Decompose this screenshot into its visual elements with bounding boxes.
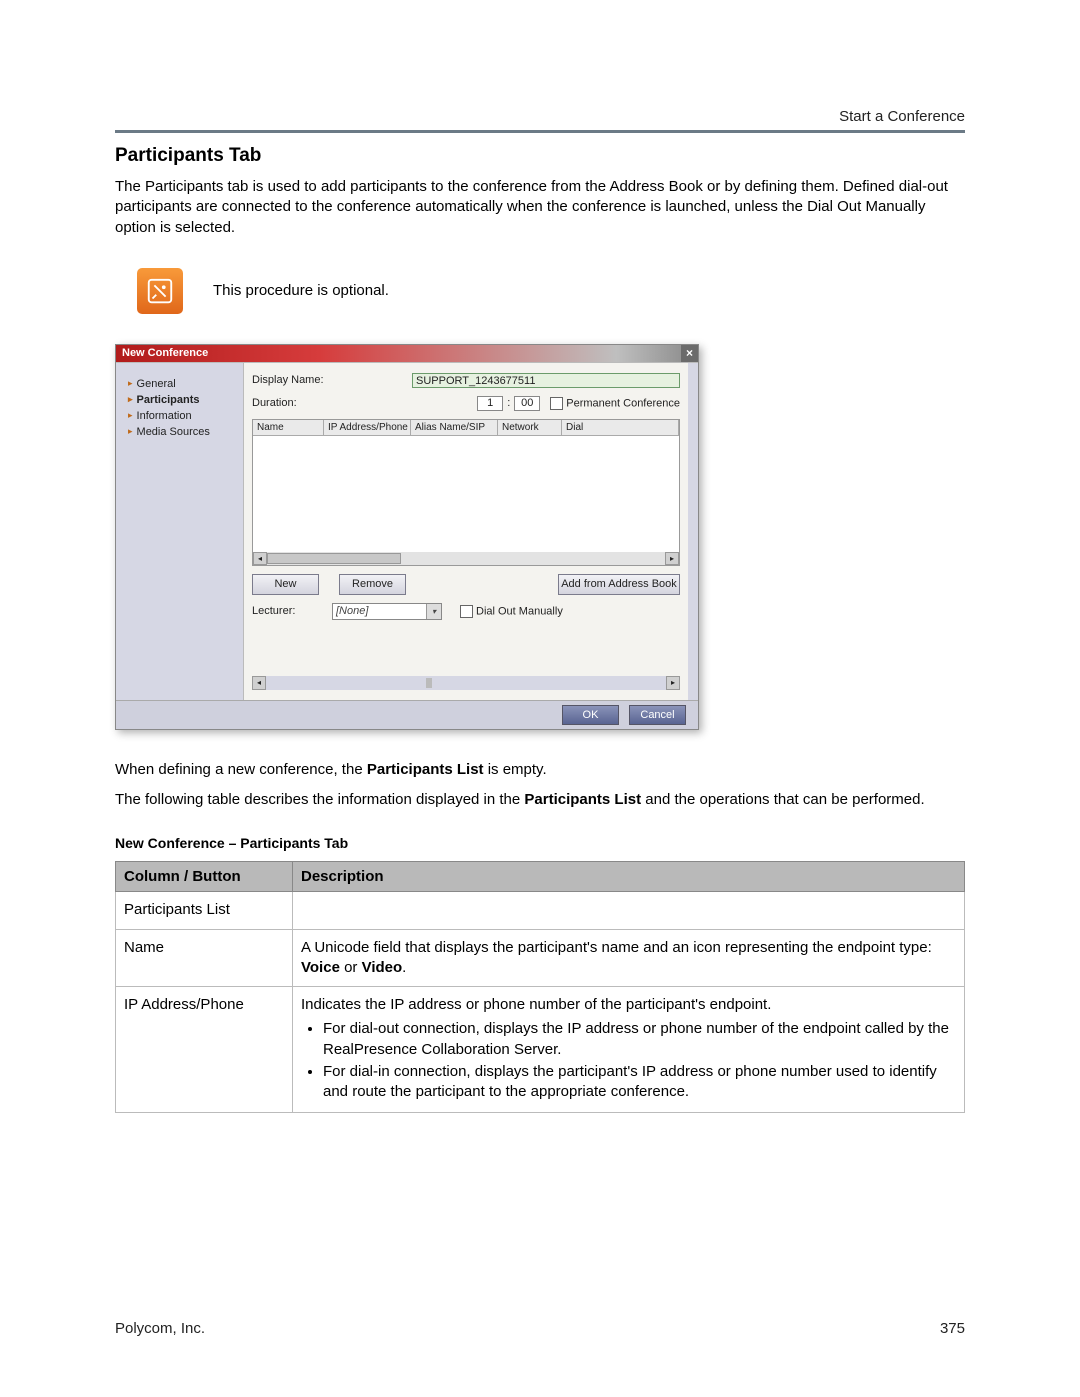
dialog-footer: OK Cancel [116,700,698,729]
new-conference-dialog: New Conference × ▸ General ▸ Participants … [115,344,699,730]
lecturer-select[interactable]: [None] ▾ [332,603,442,620]
sidebar-item-label: General [137,378,176,390]
grid-header: Name IP Address/Phone Alias Name/SIP Net… [253,420,679,436]
scroll-track[interactable] [266,677,666,689]
table-cell: A Unicode field that displays the partic… [293,929,965,987]
checkbox-icon [460,605,473,618]
table-cell: Participants List [116,892,293,929]
table-header-description: Description [293,862,965,892]
header-rule [115,130,965,133]
duration-label: Duration: [252,397,412,409]
display-name-input[interactable]: SUPPORT_1243677511 [412,373,680,388]
add-from-address-book-button[interactable]: Add from Address Book [558,574,680,595]
table-cell [293,892,965,929]
chevron-down-icon: ▾ [426,604,441,619]
table-row: IP Address/Phone Indicates the IP addres… [116,987,965,1113]
header-breadcrumb: Start a Conference [839,108,965,125]
sidebar-item-media-sources[interactable]: ▸ Media Sources [128,424,238,440]
scroll-right-icon[interactable]: ▸ [665,552,679,565]
duration-minutes-stepper[interactable]: 00 [514,396,540,411]
grid-body [253,436,679,552]
new-button[interactable]: New [252,574,319,595]
dial-out-manually-checkbox[interactable]: Dial Out Manually [460,605,563,618]
column-name[interactable]: Name [253,420,324,435]
note-icon [137,268,183,314]
scroll-right-icon[interactable]: ▸ [666,676,680,690]
dialog-titlebar: New Conference × [116,345,698,362]
note-block: This procedure is optional. [137,268,965,314]
table-row: Participants List [116,892,965,929]
display-name-label: Display Name: [252,374,412,386]
table-title: New Conference – Participants Tab [115,835,965,851]
sidebar-item-label: Media Sources [137,426,210,438]
scroll-left-icon[interactable]: ◂ [252,676,266,690]
paragraph: The following table describes the inform… [115,790,965,810]
section-title: Participants Tab [115,145,965,167]
table-header-column: Column / Button [116,862,293,892]
chevron-right-icon: ▸ [128,394,133,405]
panel-horizontal-scrollbar[interactable]: ◂ ▸ [252,676,680,690]
lecturer-label: Lecturer: [252,605,322,617]
dialog-sidebar: ▸ General ▸ Participants ▸ Information ▸ Med… [116,363,243,700]
close-icon[interactable]: × [681,345,698,362]
sidebar-item-participants[interactable]: ▸ Participants [128,392,238,408]
column-ip[interactable]: IP Address/Phone [324,420,411,435]
cancel-button[interactable]: Cancel [629,705,686,725]
table-cell: IP Address/Phone [116,987,293,1113]
grid-horizontal-scrollbar[interactable]: ◂ ▸ [253,552,679,565]
ok-button[interactable]: OK [562,705,619,725]
scroll-thumb[interactable] [426,678,432,688]
duration-hours-stepper[interactable]: 1 [477,396,503,411]
note-text: This procedure is optional. [213,282,389,299]
column-network[interactable]: Network [498,420,562,435]
column-alias[interactable]: Alias Name/SIP [411,420,498,435]
scroll-left-icon[interactable]: ◂ [253,552,267,565]
participants-grid: Name IP Address/Phone Alias Name/SIP Net… [252,419,680,566]
footer-page-number: 375 [940,1320,965,1337]
table-cell: Indicates the IP address or phone number… [293,987,965,1113]
chevron-right-icon: ▸ [128,378,133,389]
remove-button[interactable]: Remove [339,574,406,595]
checkbox-label: Permanent Conference [566,397,680,409]
chevron-right-icon: ▸ [128,410,133,421]
column-dial[interactable]: Dial [562,420,679,435]
permanent-conference-checkbox[interactable]: Permanent Conference [550,397,680,410]
checkbox-icon [550,397,563,410]
select-value: [None] [336,605,368,617]
sidebar-item-information[interactable]: ▸ Information [128,408,238,424]
list-item: For dial-out connection, displays the IP… [323,1019,956,1060]
sidebar-item-label: Information [137,410,192,422]
footer-company: Polycom, Inc. [115,1320,205,1337]
list-item: For dial-in connection, displays the par… [323,1062,956,1103]
table-row: Name A Unicode field that displays the p… [116,929,965,987]
checkbox-label: Dial Out Manually [476,605,563,617]
scroll-track[interactable] [267,553,401,564]
sidebar-item-label: Participants [137,394,200,406]
section-intro: The Participants tab is used to add part… [115,177,965,238]
paragraph: When defining a new conference, the Part… [115,760,965,780]
duration-control: 1 : 00 Permanent Conference [477,396,680,411]
dialog-title: New Conference [122,347,208,359]
duration-separator: : [507,397,510,409]
chevron-right-icon: ▸ [128,426,133,437]
participants-tab-table: Column / Button Description Participants… [115,861,965,1113]
sidebar-item-general[interactable]: ▸ General [128,376,238,392]
table-cell: Name [116,929,293,987]
screenshot: New Conference × ▸ General ▸ Participants … [115,344,965,730]
